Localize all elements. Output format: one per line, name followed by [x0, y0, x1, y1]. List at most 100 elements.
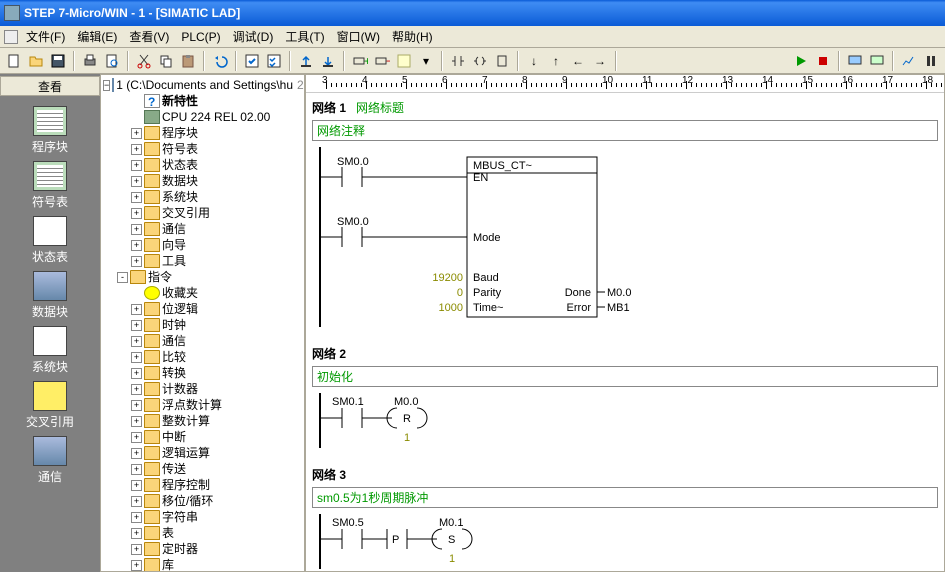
menu-调试(D)[interactable]: 调试(D): [227, 28, 280, 46]
network-comment[interactable]: sm0.5为1秒周期脉冲: [312, 487, 938, 508]
expander-icon[interactable]: +: [131, 352, 142, 363]
expander-icon[interactable]: +: [131, 304, 142, 315]
print-icon[interactable]: [80, 51, 100, 71]
ladder-editor[interactable]: 3456789101112131415161718 网络 1网络标题网络注释SM…: [305, 74, 945, 572]
tree-item[interactable]: +交叉引用: [101, 205, 304, 221]
tree-item[interactable]: +浮点数计算: [101, 397, 304, 413]
expander-icon[interactable]: -: [117, 272, 128, 283]
expander-icon[interactable]: +: [131, 464, 142, 475]
tree-item[interactable]: +程序块: [101, 125, 304, 141]
tree-item[interactable]: 新特性: [101, 93, 304, 109]
expander-icon[interactable]: +: [131, 416, 142, 427]
tree-item[interactable]: +表: [101, 525, 304, 541]
line-right-icon[interactable]: →: [590, 51, 610, 71]
tree-item[interactable]: +位逻辑: [101, 301, 304, 317]
tree-item[interactable]: +程序控制: [101, 477, 304, 493]
tree-item[interactable]: +计数器: [101, 381, 304, 397]
mdi-icon[interactable]: [4, 30, 18, 44]
instruction-tree[interactable]: −1 (C:\Documents and Settings\hu2新特性CPU …: [100, 74, 305, 572]
nav-交叉引用[interactable]: 交叉引用: [10, 381, 90, 430]
nav-程序块[interactable]: 程序块: [10, 106, 90, 155]
chart-icon[interactable]: [899, 51, 919, 71]
expander-icon[interactable]: +: [131, 544, 142, 555]
pause-monitor-icon[interactable]: [921, 51, 941, 71]
nav-通信[interactable]: 通信: [10, 436, 90, 485]
expander-icon[interactable]: +: [131, 336, 142, 347]
line-left-icon[interactable]: ←: [568, 51, 588, 71]
line-down-icon[interactable]: ↓: [524, 51, 544, 71]
tree-item[interactable]: +数据块: [101, 173, 304, 189]
expander-icon[interactable]: +: [131, 144, 142, 155]
expander-icon[interactable]: +: [131, 384, 142, 395]
expander-icon[interactable]: +: [131, 368, 142, 379]
tree-item[interactable]: +整数计算: [101, 413, 304, 429]
expander-icon[interactable]: +: [131, 320, 142, 331]
undo-icon[interactable]: [210, 51, 230, 71]
nav-数据块[interactable]: 数据块: [10, 271, 90, 320]
preview-icon[interactable]: [102, 51, 122, 71]
cut-icon[interactable]: [134, 51, 154, 71]
insert-network-icon[interactable]: +: [350, 51, 370, 71]
tree-item[interactable]: +中断: [101, 429, 304, 445]
multi-icon[interactable]: ▾: [416, 51, 436, 71]
compile-all-icon[interactable]: [264, 51, 284, 71]
tree-item[interactable]: -指令: [101, 269, 304, 285]
open-icon[interactable]: [26, 51, 46, 71]
expander-icon[interactable]: +: [131, 560, 142, 571]
tree-item[interactable]: +传送: [101, 461, 304, 477]
contact-icon[interactable]: [448, 51, 468, 71]
tree-item[interactable]: +系统块: [101, 189, 304, 205]
expander-icon[interactable]: +: [131, 432, 142, 443]
box-icon[interactable]: [492, 51, 512, 71]
expander-icon[interactable]: +: [131, 160, 142, 171]
upload-icon[interactable]: [296, 51, 316, 71]
monitor1-icon[interactable]: [845, 51, 865, 71]
network-comment[interactable]: 初始化: [312, 366, 938, 387]
expander-icon[interactable]: +: [131, 208, 142, 219]
delete-network-icon[interactable]: −: [372, 51, 392, 71]
tree-item[interactable]: +移位/循环: [101, 493, 304, 509]
tree-item[interactable]: +向导: [101, 237, 304, 253]
expander-icon[interactable]: +: [131, 192, 142, 203]
menu-文件(F)[interactable]: 文件(F): [20, 28, 71, 46]
tree-item[interactable]: CPU 224 REL 02.00: [101, 109, 304, 125]
expander-icon[interactable]: +: [131, 528, 142, 539]
stop-icon[interactable]: [813, 51, 833, 71]
tree-item[interactable]: +库: [101, 557, 304, 572]
copy-icon[interactable]: [156, 51, 176, 71]
tree-item[interactable]: +通信: [101, 221, 304, 237]
paste-icon[interactable]: [178, 51, 198, 71]
tree-item[interactable]: +通信: [101, 333, 304, 349]
menu-查看(V)[interactable]: 查看(V): [123, 28, 175, 46]
expander-icon[interactable]: +: [131, 256, 142, 267]
network-3[interactable]: 网络 3sm0.5为1秒周期脉冲SM0.5PM0.1S1: [312, 464, 938, 569]
nav-系统块[interactable]: 系统块: [10, 326, 90, 375]
tree-root-label[interactable]: 1 (C:\Documents and Settings\hu: [116, 77, 293, 93]
tree-item[interactable]: +定时器: [101, 541, 304, 557]
expander-icon[interactable]: +: [131, 480, 142, 491]
network-1[interactable]: 网络 1网络标题网络注释SM0.0SM0.0MBUS_CT~ENModeBaud…: [312, 97, 938, 327]
tree-item[interactable]: +比较: [101, 349, 304, 365]
monitor2-icon[interactable]: [867, 51, 887, 71]
tree-item[interactable]: +字符串: [101, 509, 304, 525]
expander-icon[interactable]: +: [131, 240, 142, 251]
tree-item[interactable]: +转换: [101, 365, 304, 381]
expander-icon[interactable]: +: [131, 496, 142, 507]
coil-icon[interactable]: [470, 51, 490, 71]
expander-icon[interactable]: +: [131, 176, 142, 187]
download-icon[interactable]: [318, 51, 338, 71]
menu-帮助(H)[interactable]: 帮助(H): [386, 28, 439, 46]
tree-item[interactable]: +时钟: [101, 317, 304, 333]
toggle-poc-icon[interactable]: [394, 51, 414, 71]
nav-状态表[interactable]: 状态表: [10, 216, 90, 265]
menu-工具(T)[interactable]: 工具(T): [279, 28, 330, 46]
network-comment[interactable]: 网络注释: [312, 120, 938, 141]
expander-icon[interactable]: +: [131, 224, 142, 235]
tree-item[interactable]: +逻辑运算: [101, 445, 304, 461]
expander-icon[interactable]: +: [131, 512, 142, 523]
nav-符号表[interactable]: 符号表: [10, 161, 90, 210]
tree-item[interactable]: +工具: [101, 253, 304, 269]
compile-icon[interactable]: [242, 51, 262, 71]
new-icon[interactable]: [4, 51, 24, 71]
tree-item[interactable]: 收藏夹: [101, 285, 304, 301]
